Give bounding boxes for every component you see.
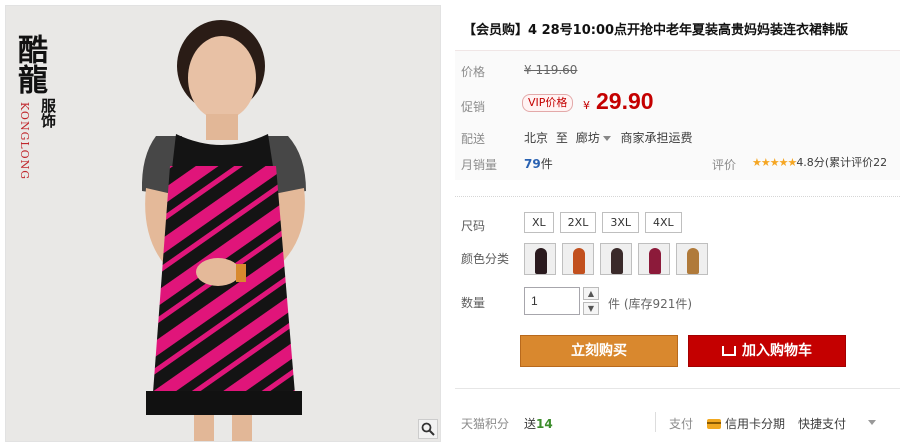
brand-name-en: KONGLONG (18, 102, 31, 181)
sales-info: 79件 (524, 155, 553, 172)
shipping-from: 北京 (524, 131, 549, 145)
shipping-fee: 商家承担运费 (620, 131, 693, 145)
chevron-down-icon[interactable] (868, 420, 876, 425)
divider (455, 196, 900, 197)
sales-count: 79 (524, 157, 541, 171)
shipping-destination-select[interactable]: 廊坊 (576, 131, 617, 145)
currency-symbol: ¥ (583, 99, 590, 112)
credit-card-installment-label: 信用卡分期 (725, 417, 786, 431)
color-swatch[interactable] (562, 243, 594, 275)
price-label: 价格 (461, 65, 486, 79)
sales-label: 月销量 (461, 158, 498, 172)
points-prefix: 送 (524, 417, 537, 431)
swatch-thumbnail (573, 248, 585, 274)
quantity-input[interactable] (524, 287, 580, 315)
points-info: 送14 (524, 415, 553, 432)
promo-label: 促销 (461, 100, 486, 114)
color-label: 颜色分类 (461, 252, 510, 266)
add-to-cart-label: 加入购物车 (742, 343, 812, 359)
shipping-info: 北京 至 廊坊 商家承担运费 (524, 129, 693, 146)
size-option-2xl[interactable]: 2XL (559, 212, 597, 233)
color-swatch[interactable] (600, 243, 632, 275)
credit-card-installment[interactable]: 信用卡分期 (707, 415, 785, 432)
size-option-3xl[interactable]: 3XL (602, 212, 640, 233)
brand-logo: 酷龍 KONGLONG 服饰 (12, 34, 74, 180)
cart-icon (722, 346, 736, 356)
color-swatch[interactable] (524, 243, 556, 275)
swatch-thumbnail (687, 248, 699, 274)
quantity-increase-button[interactable]: ▲ (583, 287, 599, 300)
product-image[interactable]: 酷龍 KONGLONG 服饰 (5, 5, 441, 442)
shipping-to-word: 至 (555, 131, 568, 145)
shipping-destination: 廊坊 (575, 131, 600, 145)
rating-count: (累计评价22 (824, 156, 888, 169)
size-option-4xl[interactable]: 4XL (645, 212, 682, 233)
rating-score: 4.8分 (796, 156, 825, 169)
size-label: 尺码 (461, 219, 486, 233)
credit-card-icon (707, 419, 721, 429)
size-option-xl[interactable]: XL (524, 212, 554, 233)
swatch-thumbnail (535, 248, 547, 274)
stock-info: 件 (库存921件) (608, 295, 692, 312)
original-price: ¥ 119.60 (524, 63, 578, 77)
stock-count: (库存921件) (623, 297, 693, 311)
color-swatch[interactable] (676, 243, 708, 275)
promo-price: 29.90 (596, 88, 654, 114)
divider (655, 412, 656, 432)
quantity-decrease-button[interactable]: ▼ (583, 302, 599, 315)
chevron-down-icon (602, 135, 611, 141)
quick-pay[interactable]: 快捷支付 (798, 415, 846, 432)
product-title: 【会员购】4 28号10:00点开抢中老年夏装高贵妈妈装连衣裙韩版 (463, 23, 849, 38)
size-options: XL 2XL 3XL 4XL (524, 212, 682, 233)
brand-subtitle: 服饰 (39, 98, 57, 128)
buy-now-button[interactable]: 立刻购买 (520, 335, 678, 367)
pay-label: 支付 (669, 417, 694, 431)
vip-badge: VIP价格 (522, 94, 574, 112)
quantity-label: 数量 (461, 296, 486, 310)
magnifier-icon[interactable] (418, 419, 438, 439)
swatch-thumbnail (611, 248, 623, 274)
rating-label: 评价 (712, 158, 737, 172)
color-swatch[interactable] (638, 243, 670, 275)
points-value: 14 (536, 417, 553, 431)
add-to-cart-button[interactable]: 加入购物车 (688, 335, 846, 367)
quantity-unit: 件 (608, 297, 621, 311)
swatch-thumbnail (649, 248, 661, 274)
rating-stars-icon: ★★★★★ (752, 156, 797, 169)
rating-info[interactable]: ★★★★★4.8分(累计评价22 (752, 154, 887, 170)
brand-name-zh: 酷龍 (12, 34, 47, 94)
shipping-label: 配送 (461, 132, 486, 146)
points-label: 天猫积分 (461, 417, 510, 431)
color-options (524, 243, 708, 275)
sales-unit: 件 (540, 157, 553, 171)
